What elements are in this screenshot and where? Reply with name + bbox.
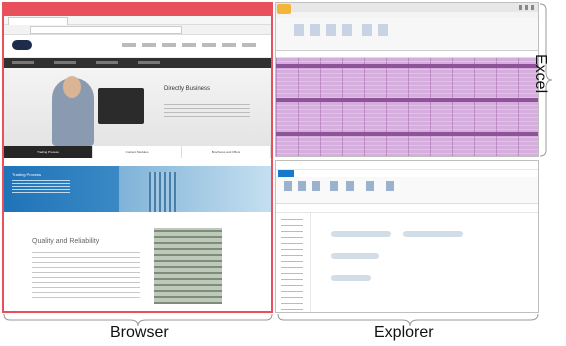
- excel-label: Excel: [532, 54, 549, 94]
- explorer-label: Explorer: [374, 324, 434, 341]
- browser-label: Browser: [110, 324, 169, 341]
- braces: [3, 3, 553, 327]
